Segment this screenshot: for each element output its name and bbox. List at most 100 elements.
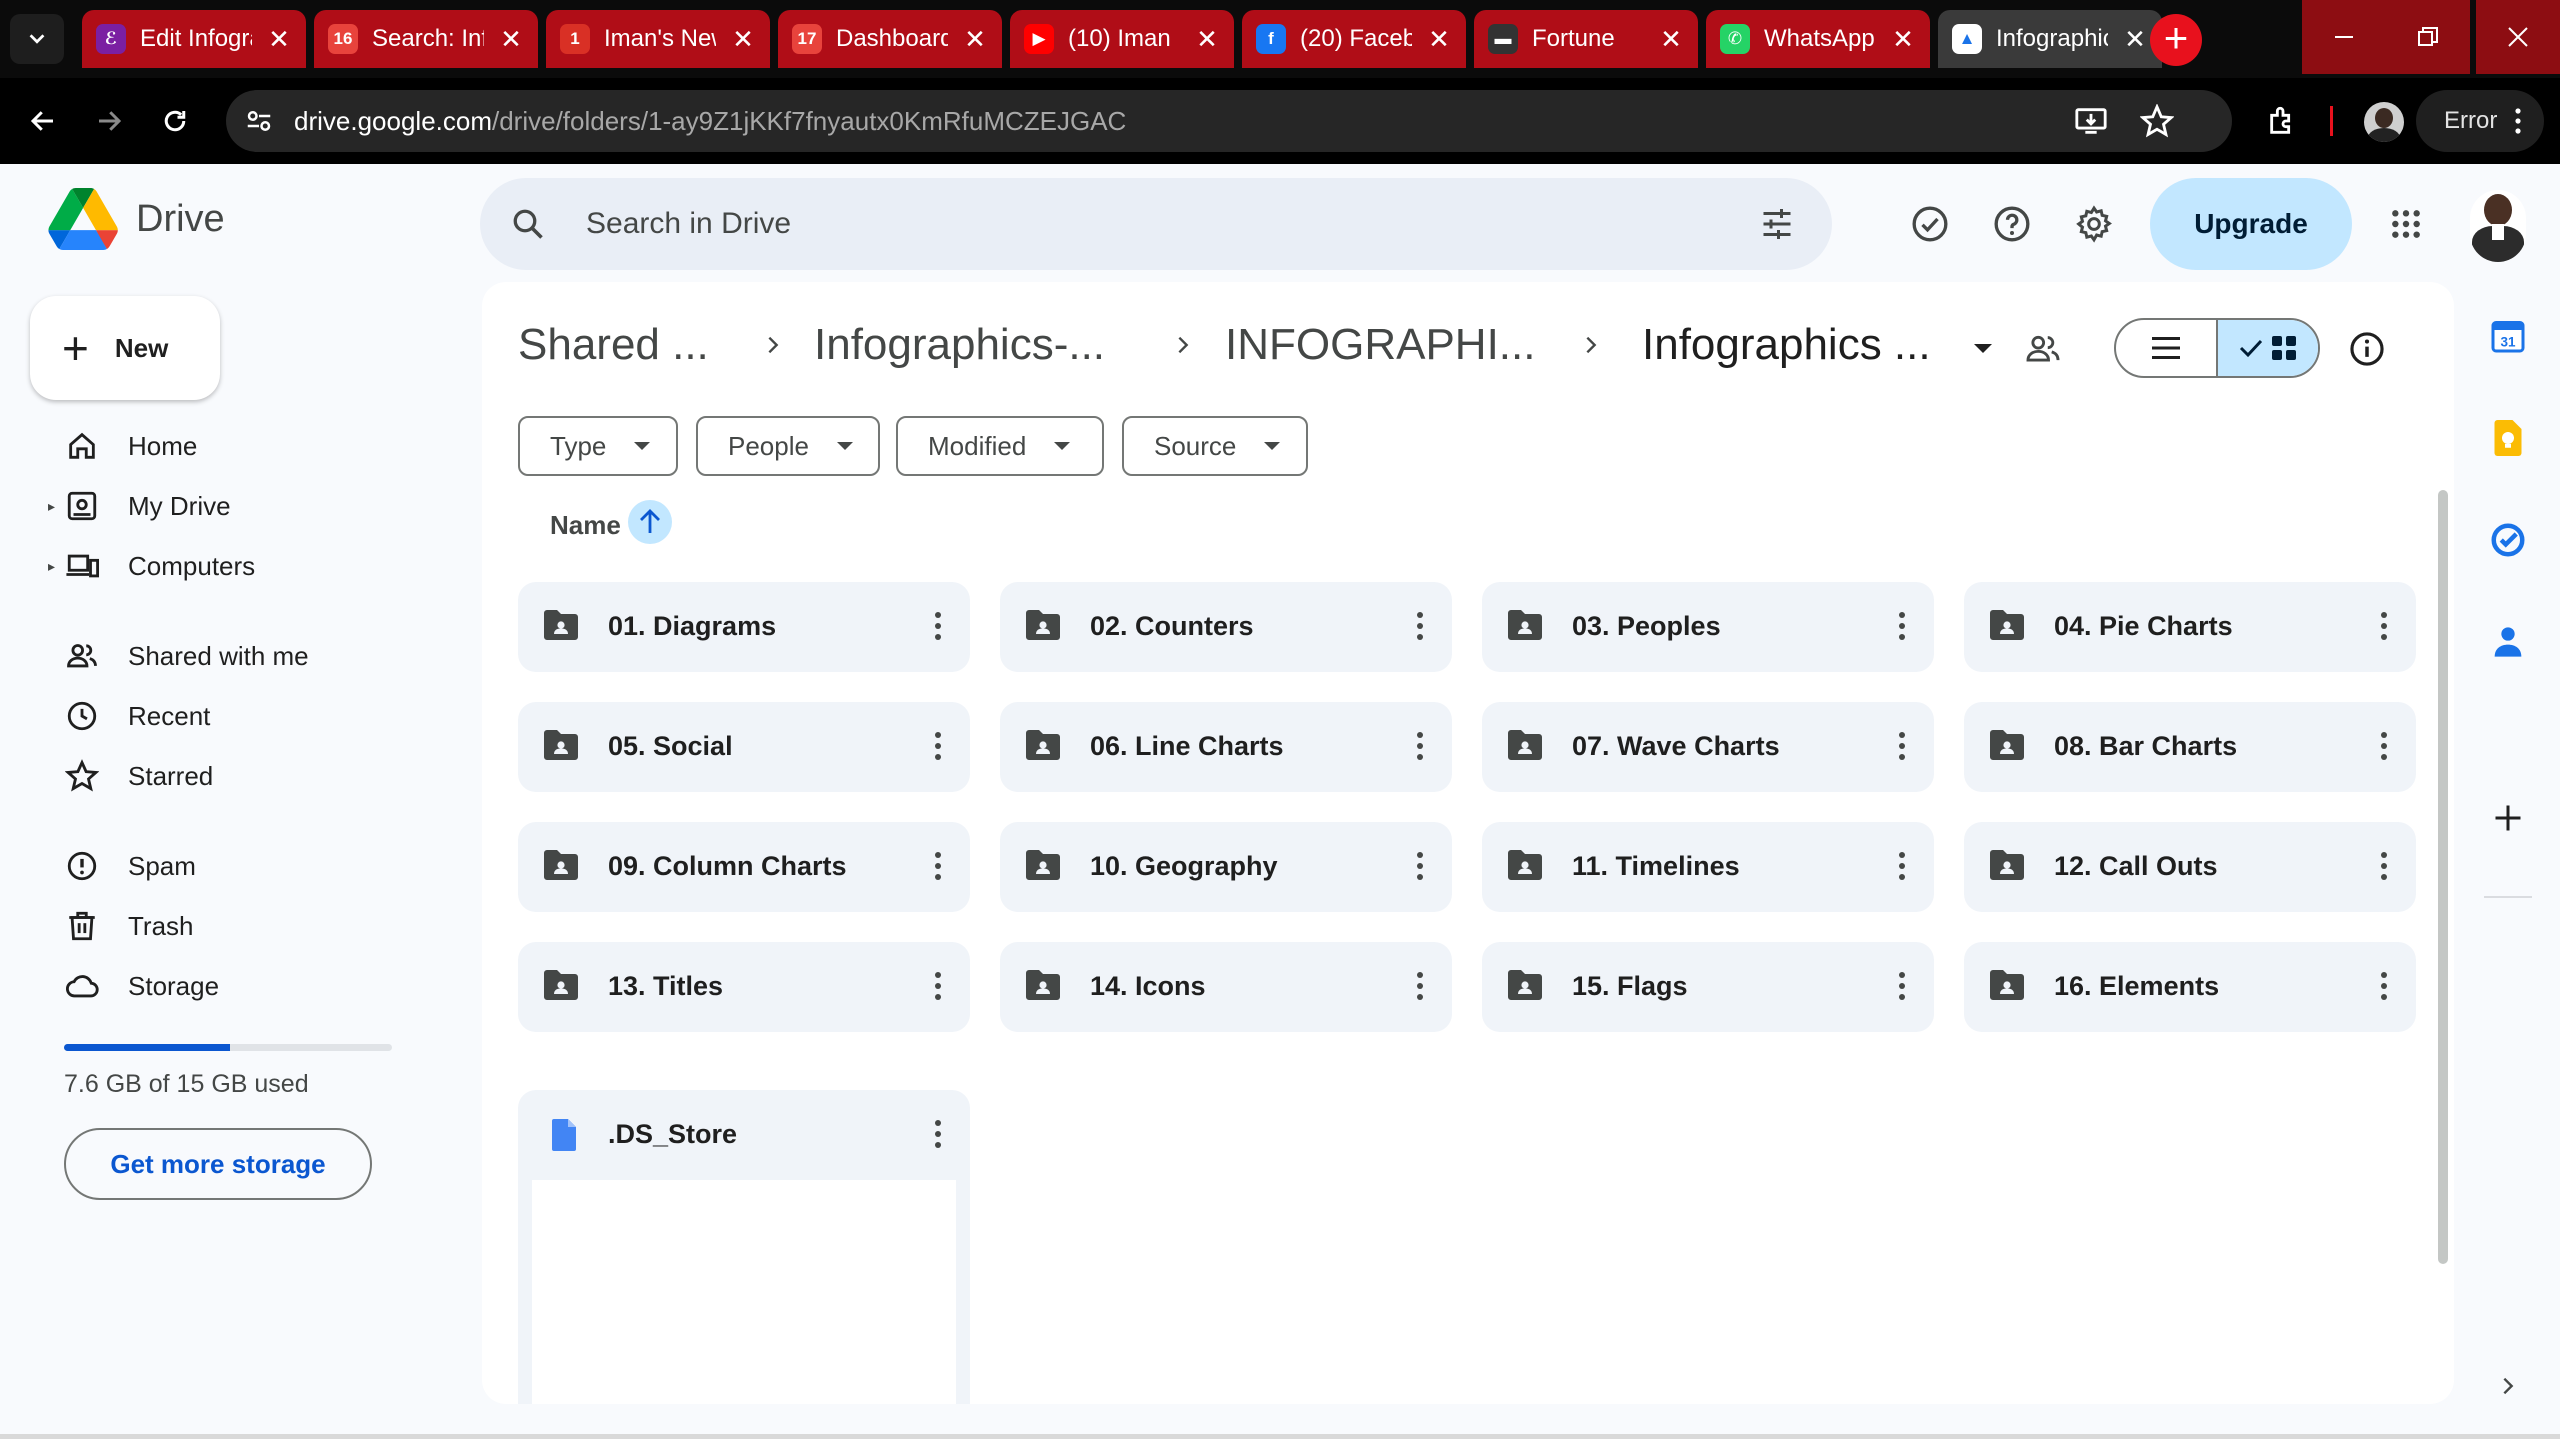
list-view-button[interactable] bbox=[2116, 320, 2216, 376]
folder-more-actions-button[interactable] bbox=[2378, 606, 2390, 646]
folder-more-actions-button[interactable] bbox=[1414, 606, 1426, 646]
filter-chip-people[interactable]: People bbox=[696, 416, 880, 476]
tab-close-icon[interactable]: ✕ bbox=[2122, 24, 2148, 55]
google-apps-button[interactable] bbox=[2382, 200, 2430, 248]
folder-card[interactable]: 16. Elements bbox=[1964, 942, 2416, 1032]
folder-more-actions-button[interactable] bbox=[1414, 726, 1426, 766]
folder-card[interactable]: 01. Diagrams bbox=[518, 582, 970, 672]
expand-caret-icon[interactable]: ▸ bbox=[48, 558, 55, 575]
sidebar-item-shared-with-me[interactable]: Shared with me bbox=[40, 627, 420, 685]
scrollbar[interactable] bbox=[2438, 490, 2448, 1264]
grid-view-button[interactable] bbox=[2216, 320, 2318, 376]
folder-more-actions-button[interactable] bbox=[932, 846, 944, 886]
bookmark-star-icon[interactable] bbox=[2140, 104, 2174, 138]
folder-card[interactable]: 12. Call Outs bbox=[1964, 822, 2416, 912]
search-input[interactable] bbox=[586, 204, 1686, 244]
sidebar-item-starred[interactable]: Starred bbox=[40, 747, 420, 805]
file-more-actions-button[interactable] bbox=[932, 1114, 944, 1154]
back-button[interactable] bbox=[18, 96, 68, 146]
omnibox[interactable]: drive.google.com/drive/folders/1-ay9Z1jK… bbox=[226, 90, 2232, 152]
sidebar-item-home[interactable]: Home bbox=[40, 417, 420, 475]
expand-caret-icon[interactable]: ▸ bbox=[48, 498, 55, 515]
site-settings-icon[interactable] bbox=[244, 106, 274, 136]
offline-ready-button[interactable] bbox=[1906, 200, 1954, 248]
breadcrumb-item[interactable]: Shared ... bbox=[518, 320, 709, 370]
folder-card[interactable]: 15. Flags bbox=[1482, 942, 1934, 1032]
folder-card[interactable]: 02. Counters bbox=[1000, 582, 1452, 672]
browser-tab[interactable]: ℰ Edit Infographics ✕ bbox=[82, 10, 306, 68]
tab-close-icon[interactable]: ✕ bbox=[1194, 24, 1220, 55]
folder-more-actions-button[interactable] bbox=[1896, 606, 1908, 646]
minimize-button[interactable] bbox=[2302, 0, 2386, 74]
folder-more-actions-button[interactable] bbox=[1414, 846, 1426, 886]
sidebar-item-computers[interactable]: ▸ Computers bbox=[40, 537, 420, 595]
browser-tab[interactable]: f (20) Facebook ✕ bbox=[1242, 10, 1466, 68]
folder-more-actions-button[interactable] bbox=[932, 726, 944, 766]
sort-by-name[interactable]: Name bbox=[550, 510, 621, 541]
tab-close-icon[interactable]: ✕ bbox=[730, 24, 756, 55]
breadcrumb-item[interactable]: Infographics ... bbox=[1642, 320, 1931, 370]
tab-search-button[interactable] bbox=[10, 14, 64, 64]
install-app-icon[interactable] bbox=[2074, 104, 2108, 138]
browser-tab[interactable]: ▶ (10) Iman ✕ bbox=[1010, 10, 1234, 68]
browser-tab[interactable]: ▬ Fortune ✕ bbox=[1474, 10, 1698, 68]
sidebar-item-storage[interactable]: Storage bbox=[40, 957, 420, 1015]
folder-more-actions-button[interactable] bbox=[1896, 966, 1908, 1006]
extensions-icon[interactable] bbox=[2266, 104, 2300, 138]
account-avatar[interactable] bbox=[2470, 190, 2526, 262]
new-button[interactable]: + New bbox=[30, 296, 220, 400]
forward-button[interactable] bbox=[84, 96, 134, 146]
sidebar-item-spam[interactable]: Spam bbox=[40, 837, 420, 895]
browser-tab[interactable]: 16 Search: Infographics ✕ bbox=[314, 10, 538, 68]
filter-chip-type[interactable]: Type bbox=[518, 416, 678, 476]
tab-close-icon[interactable]: ✕ bbox=[1890, 24, 1916, 55]
breadcrumb-item[interactable]: INFOGRAPHI... bbox=[1225, 320, 1535, 370]
close-window-button[interactable] bbox=[2476, 0, 2560, 74]
folder-more-actions-button[interactable] bbox=[932, 966, 944, 1006]
error-menu-button[interactable]: Error bbox=[2416, 90, 2544, 152]
profile-avatar[interactable] bbox=[2364, 102, 2404, 142]
tab-close-icon[interactable]: ✕ bbox=[962, 24, 988, 55]
folder-card[interactable]: 07. Wave Charts bbox=[1482, 702, 1934, 792]
reload-button[interactable] bbox=[150, 96, 200, 146]
folder-card[interactable]: 05. Social bbox=[518, 702, 970, 792]
tasks-addon[interactable] bbox=[2488, 520, 2528, 560]
new-tab-button[interactable]: + bbox=[2150, 14, 2202, 66]
folder-card[interactable]: 13. Titles bbox=[518, 942, 970, 1032]
sidebar-item-my-drive[interactable]: ▸ My Drive bbox=[40, 477, 420, 535]
folder-card[interactable]: 08. Bar Charts bbox=[1964, 702, 2416, 792]
breadcrumb-item[interactable]: Infographics-... bbox=[814, 320, 1105, 370]
folder-more-actions-button[interactable] bbox=[2378, 726, 2390, 766]
details-info-icon[interactable] bbox=[2348, 330, 2386, 368]
contacts-addon[interactable] bbox=[2488, 622, 2528, 662]
browser-tab[interactable]: 1 Iman's New Dashboard ✕ bbox=[546, 10, 770, 68]
folder-card[interactable]: 03. Peoples bbox=[1482, 582, 1934, 672]
upgrade-button[interactable]: Upgrade bbox=[2150, 178, 2352, 270]
restore-button[interactable] bbox=[2386, 0, 2470, 74]
folder-more-actions-button[interactable] bbox=[1896, 726, 1908, 766]
settings-button[interactable] bbox=[2070, 200, 2118, 248]
browser-tab[interactable]: ✆ WhatsApp ✕ bbox=[1706, 10, 1930, 68]
folder-card[interactable]: 04. Pie Charts bbox=[1964, 582, 2416, 672]
search-options-icon[interactable] bbox=[1758, 206, 1796, 242]
help-button[interactable] bbox=[1988, 200, 2036, 248]
tab-close-icon[interactable]: ✕ bbox=[1426, 24, 1452, 55]
folder-more-actions-button[interactable] bbox=[1414, 966, 1426, 1006]
filter-chip-modified[interactable]: Modified bbox=[896, 416, 1104, 476]
folder-more-actions-button[interactable] bbox=[932, 606, 944, 646]
search-icon[interactable] bbox=[510, 206, 546, 242]
get-more-storage-button[interactable]: Get more storage bbox=[64, 1128, 372, 1200]
calendar-addon[interactable]: 31 bbox=[2488, 316, 2528, 356]
tab-close-icon[interactable]: ✕ bbox=[498, 24, 524, 55]
manage-access-icon[interactable] bbox=[2024, 330, 2062, 368]
file-card[interactable]: .DS_Store bbox=[518, 1090, 970, 1404]
url-text[interactable]: drive.google.com/drive/folders/1-ay9Z1jK… bbox=[294, 106, 1126, 137]
tab-close-icon[interactable]: ✕ bbox=[266, 24, 292, 55]
filter-chip-source[interactable]: Source bbox=[1122, 416, 1308, 476]
folder-more-actions-button[interactable] bbox=[1896, 846, 1908, 886]
folder-card[interactable]: 11. Timelines bbox=[1482, 822, 1934, 912]
keep-addon[interactable] bbox=[2488, 418, 2528, 458]
hide-side-panel-button[interactable] bbox=[2488, 1366, 2528, 1406]
drive-logo[interactable]: Drive bbox=[48, 188, 225, 250]
folder-card[interactable]: 10. Geography bbox=[1000, 822, 1452, 912]
